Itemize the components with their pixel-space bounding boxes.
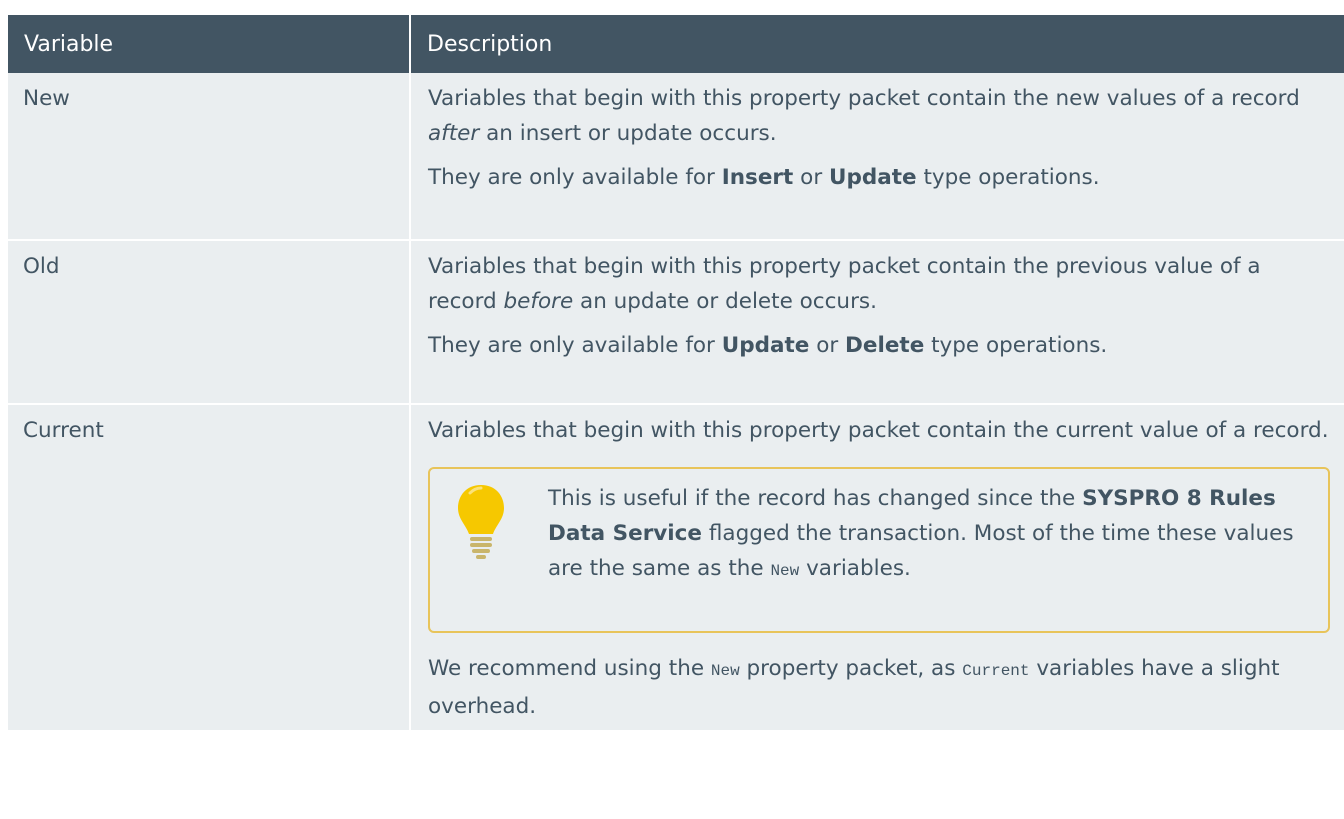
text-span: variables. <box>799 556 911 581</box>
text-span: We recommend using the <box>428 656 711 681</box>
tip-note: This is useful if the record has changed… <box>428 467 1330 633</box>
text-span: This is useful if the record has changed… <box>548 486 1083 511</box>
table-row-old: Old Variables that begin with this prope… <box>8 240 1344 405</box>
text-span: type operations. <box>924 333 1108 358</box>
description-paragraph: Variables that begin with this property … <box>428 81 1336 151</box>
tip-text: This is useful if the record has changed… <box>548 481 1308 589</box>
code-text: New <box>710 662 740 680</box>
text-span: type operations. <box>916 165 1100 190</box>
availability-paragraph: They are only available for Update or De… <box>428 328 1336 363</box>
emphasis-text: before <box>503 289 574 314</box>
text-span: or <box>793 165 829 190</box>
lightbulb-icon <box>458 485 504 559</box>
description-paragraph: Variables that begin with this property … <box>428 418 1329 443</box>
variable-cell: New <box>8 73 411 241</box>
emphasis-text: after <box>428 121 480 146</box>
variable-cell: Old <box>8 240 411 405</box>
table-body: New Variables that begin with this prope… <box>8 73 1344 730</box>
bold-operation: Update <box>721 333 810 358</box>
bold-operation: Update <box>829 165 917 190</box>
variable-cell: Current <box>8 404 411 730</box>
description-cell: Variables that begin with this property … <box>410 73 1344 241</box>
availability-paragraph: They are only available for Insert or Up… <box>428 160 1336 195</box>
bold-operation: Insert <box>721 165 794 190</box>
variables-table-container: Variable Description New Variables that … <box>8 15 1344 819</box>
description-paragraph: Variables that begin with this property … <box>428 249 1336 319</box>
recommendation-paragraph: We recommend using the New property pack… <box>428 651 1336 724</box>
text-span: an insert or update occurs. <box>479 121 777 146</box>
variables-table: Variable Description New Variables that … <box>8 15 1344 730</box>
description-cell: Variables that begin with this property … <box>410 240 1344 405</box>
text-span: an update or delete occurs. <box>573 289 877 314</box>
text-span: They are only available for <box>428 333 722 358</box>
text-span: Variables that begin with this property … <box>428 86 1300 111</box>
description-cell: Variables that begin with this property … <box>410 404 1344 730</box>
text-span: They are only available for <box>428 165 722 190</box>
bold-operation: Delete <box>845 333 925 358</box>
column-header-description: Description <box>410 15 1344 73</box>
code-text: Current <box>962 662 1030 680</box>
table-row-new: New Variables that begin with this prope… <box>8 73 1344 241</box>
text-span: property packet, as <box>739 656 963 681</box>
header-row: Variable Description <box>8 15 1344 73</box>
code-text: New <box>770 562 800 580</box>
table-header: Variable Description <box>8 15 1344 73</box>
text-span: or <box>809 333 846 358</box>
column-header-variable: Variable <box>8 15 411 73</box>
table-row-current: Current Variables that begin with this p… <box>8 404 1344 730</box>
